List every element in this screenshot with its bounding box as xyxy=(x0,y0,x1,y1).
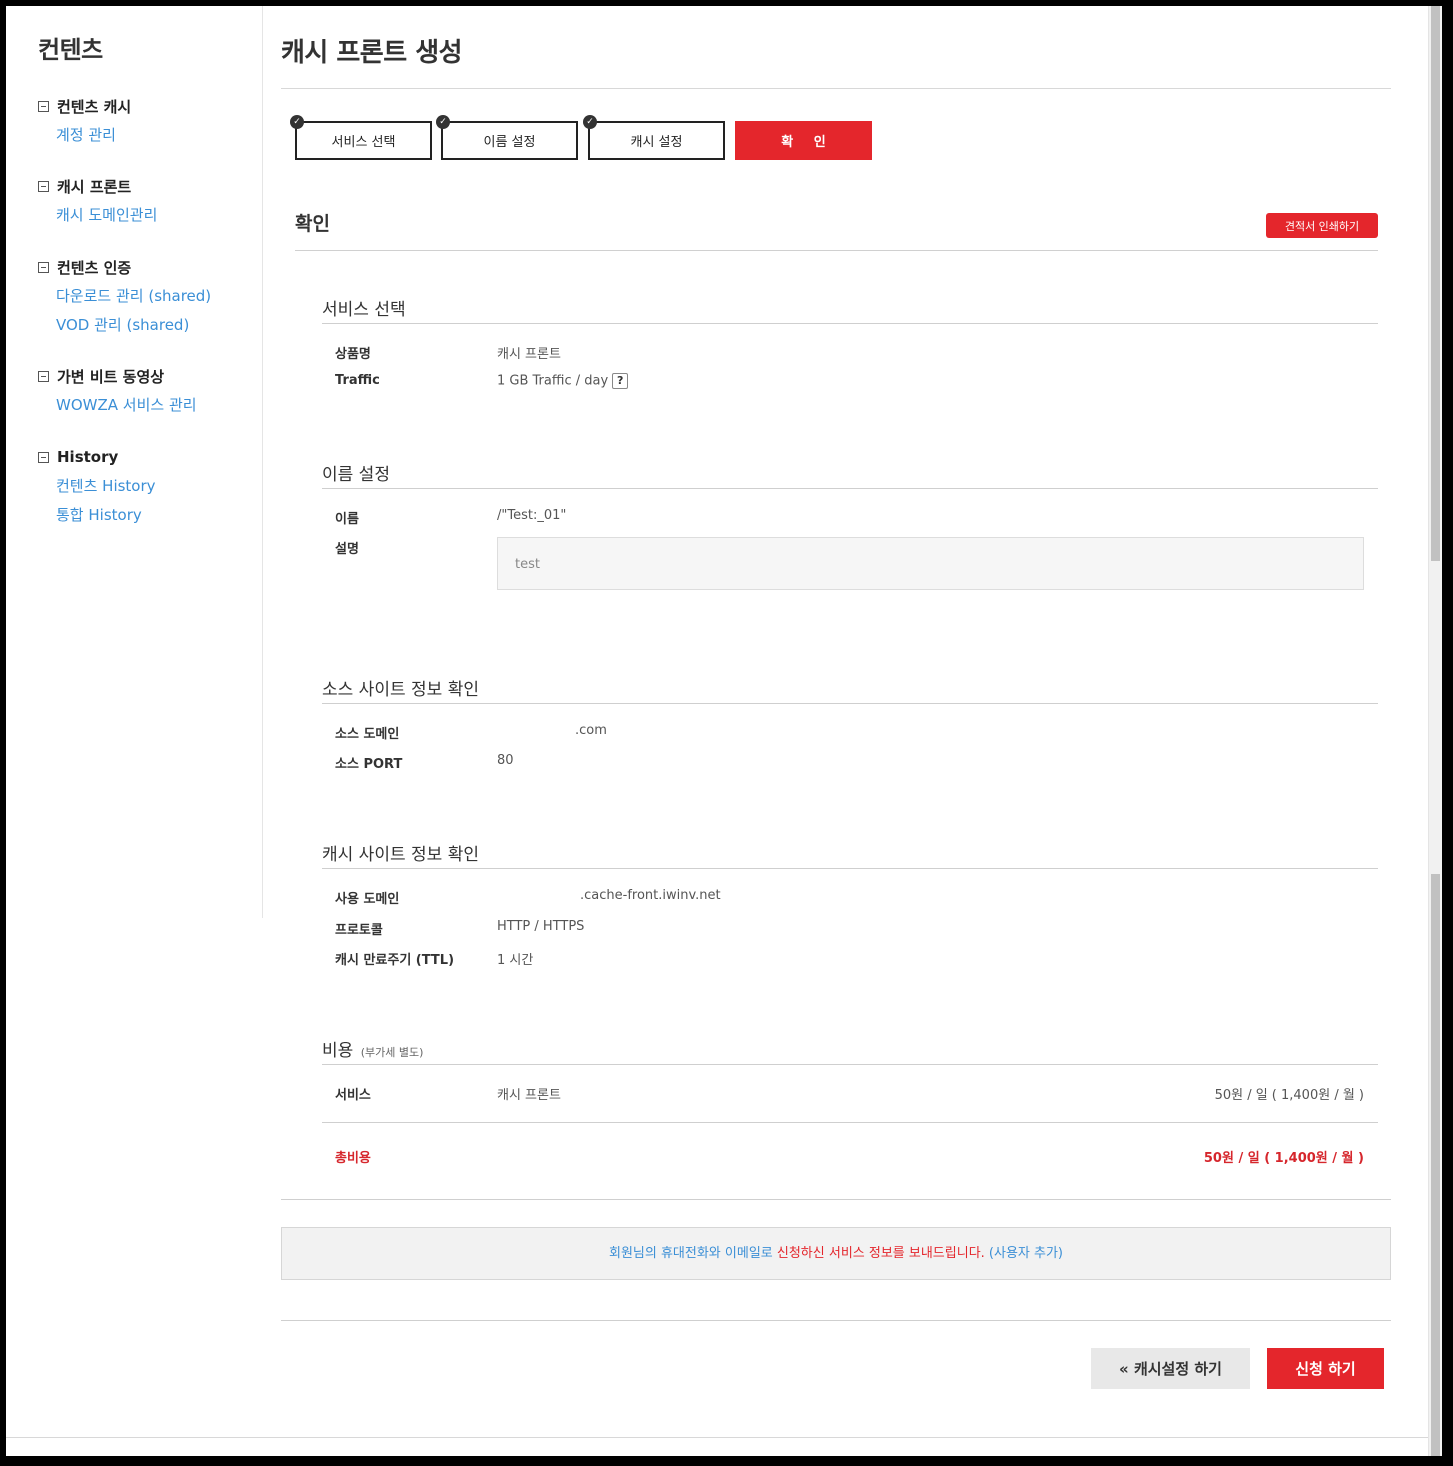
back-to-cache-setting-button[interactable]: « 캐시설정 하기 xyxy=(1091,1348,1250,1389)
nav-group-header[interactable]: 컨텐츠 캐시 xyxy=(38,95,131,117)
divider xyxy=(322,1122,1378,1123)
ttl-value: 1 시간 xyxy=(497,953,534,968)
nav-group-abr-video: 가변 비트 동영상 WOWZA 서비스 관리 xyxy=(38,365,197,416)
nav-group-cache-front: 캐시 프론트 캐시 도메인관리 xyxy=(38,175,157,226)
sidebar-item-download[interactable]: 다운로드 관리 (shared) xyxy=(56,285,211,307)
scrollbar-thumb[interactable] xyxy=(1431,874,1440,1456)
nav-group-header[interactable]: History xyxy=(38,446,156,468)
cost-service-label: 서비스 xyxy=(335,1088,371,1103)
description-label: 설명 xyxy=(335,542,359,557)
collapse-icon xyxy=(38,100,49,112)
notice-box: 회원님의 휴대전화와 이메일로 신청하신 서비스 정보를 보내드립니다. (사용… xyxy=(281,1227,1391,1280)
nav-group-history: History 컨텐츠 History 통합 History xyxy=(38,446,156,526)
divider xyxy=(322,323,1378,324)
app-window: 컨텐츠 컨텐츠 캐시 계정 관리 캐시 프론트 캐시 도메인관리 컨텐츠 인증 … xyxy=(6,6,1442,1456)
divider xyxy=(322,868,1378,869)
step-name-setting[interactable]: ✓ 이름 설정 xyxy=(436,115,578,160)
step-service-select[interactable]: ✓ 서비스 선택 xyxy=(290,115,432,160)
traffic-label: Traffic xyxy=(335,373,380,388)
sidebar-item-content-history[interactable]: 컨텐츠 History xyxy=(56,475,156,497)
collapse-icon xyxy=(38,180,49,192)
sidebar-item-vod[interactable]: VOD 관리 (shared) xyxy=(56,314,211,336)
name-section-title: 이름 설정 xyxy=(322,465,390,485)
cost-service-name: 캐시 프론트 xyxy=(497,1088,561,1103)
sidebar-item-cache-domain[interactable]: 캐시 도메인관리 xyxy=(56,204,157,226)
source-port-value: 80 xyxy=(497,753,514,768)
source-domain-value: .com xyxy=(575,723,607,738)
sidebar: 컨텐츠 컨텐츠 캐시 계정 관리 캐시 프론트 캐시 도메인관리 컨텐츠 인증 … xyxy=(6,6,263,918)
name-label: 이름 xyxy=(335,512,359,527)
product-label: 상품명 xyxy=(335,347,371,362)
step-cache-setting[interactable]: ✓ 캐시 설정 xyxy=(583,115,725,160)
nav-group-header[interactable]: 컨텐츠 인증 xyxy=(38,256,211,278)
nav-group-content-cache: 컨텐츠 캐시 계정 관리 xyxy=(38,95,131,146)
source-domain-label: 소스 도메인 xyxy=(335,727,400,742)
step-confirm[interactable]: 확 인 xyxy=(735,121,872,160)
divider xyxy=(6,1437,1428,1438)
scrollbar-thumb[interactable] xyxy=(1431,6,1440,561)
check-icon: ✓ xyxy=(436,115,450,129)
nav-group-header[interactable]: 가변 비트 동영상 xyxy=(38,365,197,387)
cost-service-price: 50원 / 일 ( 1,400원 / 월 ) xyxy=(1214,1088,1364,1103)
divider xyxy=(281,88,1391,89)
sidebar-title: 컨텐츠 xyxy=(38,36,103,64)
source-section-title: 소스 사이트 정보 확인 xyxy=(322,680,479,700)
traffic-value: 1 GB Traffic / day? xyxy=(497,373,629,389)
nav-group-header[interactable]: 캐시 프론트 xyxy=(38,175,157,197)
description-box: test xyxy=(497,537,1364,590)
sidebar-item-account[interactable]: 계정 관리 xyxy=(56,124,131,146)
sidebar-item-total-history[interactable]: 통합 History xyxy=(56,504,156,526)
collapse-icon xyxy=(38,451,49,463)
submit-button[interactable]: 신청 하기 xyxy=(1267,1348,1384,1389)
total-cost-value: 50원 / 일 ( 1,400원 / 월 ) xyxy=(1203,1151,1364,1166)
service-section-title: 서비스 선택 xyxy=(322,300,406,320)
source-port-label: 소스 PORT xyxy=(335,757,403,772)
sidebar-item-wowza[interactable]: WOWZA 서비스 관리 xyxy=(56,394,197,416)
add-user-link[interactable]: (사용자 추가) xyxy=(985,1246,1063,1261)
page-title: 캐시 프론트 생성 xyxy=(281,38,463,68)
ttl-label: 캐시 만료주기 (TTL) xyxy=(335,953,455,968)
protocol-value: HTTP / HTTPS xyxy=(497,919,585,934)
cache-section-title: 캐시 사이트 정보 확인 xyxy=(322,845,479,865)
check-icon: ✓ xyxy=(290,115,304,129)
divider xyxy=(322,1064,1378,1065)
name-value: /"Test:_01" xyxy=(497,508,567,523)
print-quote-button[interactable]: 견적서 인쇄하기 xyxy=(1266,213,1378,238)
collapse-icon xyxy=(38,370,49,382)
help-icon[interactable]: ? xyxy=(612,373,629,389)
divider xyxy=(281,1320,1391,1321)
divider xyxy=(322,703,1378,704)
product-value: 캐시 프론트 xyxy=(497,347,561,362)
divider xyxy=(322,488,1378,489)
protocol-label: 프로토콜 xyxy=(335,923,383,938)
section-heading-confirm: 확인 xyxy=(295,213,330,235)
check-icon: ✓ xyxy=(583,115,597,129)
collapse-icon xyxy=(38,261,49,273)
divider xyxy=(281,1199,1391,1200)
total-cost-label: 총비용 xyxy=(335,1151,371,1166)
cache-domain-label: 사용 도메인 xyxy=(335,892,400,907)
cost-section-title: 비용 (부가세 별도) xyxy=(322,1041,424,1061)
nav-group-content-auth: 컨텐츠 인증 다운로드 관리 (shared) VOD 관리 (shared) xyxy=(38,256,211,336)
divider xyxy=(295,250,1378,251)
cache-domain-value: .cache-front.iwinv.net xyxy=(580,888,721,903)
scrollbar[interactable] xyxy=(1428,6,1442,1456)
